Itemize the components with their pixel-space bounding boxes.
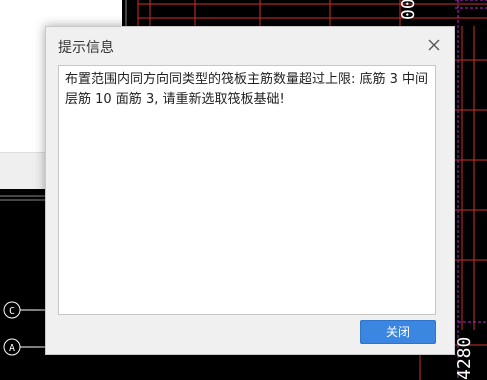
close-icon[interactable]: [424, 35, 444, 55]
close-dialog-button[interactable]: 关闭: [360, 320, 436, 344]
axis-marker-c-label: C: [9, 306, 15, 317]
dimension-text-bottom: 4280: [454, 337, 475, 380]
dimension-text-top: 006: [398, 0, 419, 20]
message-area: 布置范围内同方向同类型的筏板主筋数量超过上限: 底筋 3 中间层筋 10 面筋 …: [58, 65, 436, 315]
dialog-title: 提示信息: [58, 40, 114, 56]
axis-marker-c: C: [3, 301, 21, 319]
message-text: 布置范围内同方向同类型的筏板主筋数量超过上限: 底筋 3 中间层筋 10 面筋 …: [65, 72, 429, 107]
cad-magenta-lines: [455, 0, 487, 380]
message-dialog: 提示信息 布置范围内同方向同类型的筏板主筋数量超过上限: 底筋 3 中间层筋 1…: [45, 26, 455, 355]
close-button[interactable]: [424, 35, 444, 55]
axis-lines: [20, 309, 45, 348]
axis-marker-a-label: A: [9, 343, 15, 354]
axis-marker-a: A: [3, 338, 21, 356]
